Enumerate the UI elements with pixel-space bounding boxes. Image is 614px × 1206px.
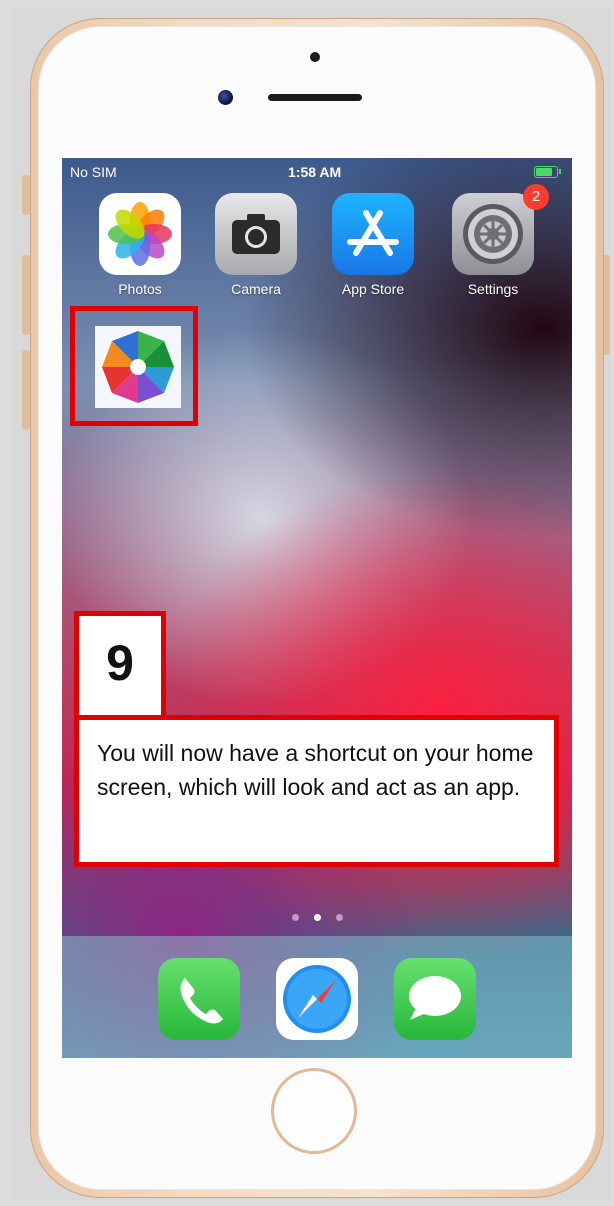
- step-number-box: 9: [74, 611, 166, 717]
- app-label-camera: Camera: [231, 281, 281, 297]
- messages-bubble-icon[interactable]: [394, 958, 476, 1040]
- earpiece-speaker: [268, 94, 362, 101]
- camera-icon: [215, 193, 297, 275]
- photos-icon: [99, 193, 181, 275]
- carrier-label: No SIM: [70, 164, 117, 180]
- app-app-store[interactable]: App Store: [331, 193, 415, 297]
- page-dot: [336, 914, 343, 921]
- app-label-settings: Settings: [467, 281, 519, 297]
- volume-up-button[interactable]: [22, 255, 30, 335]
- shortcut-photos-icon[interactable]: [95, 326, 181, 408]
- instruction-text: You will now have a shortcut on your hom…: [97, 740, 534, 800]
- status-bar: No SIM 1:58 AM: [62, 158, 572, 184]
- app-photos[interactable]: Photos: [98, 193, 182, 297]
- page-dot-active: [314, 914, 321, 921]
- front-camera-icon: [218, 90, 233, 105]
- app-camera[interactable]: Camera: [214, 193, 298, 297]
- settings-gear-icon: [452, 193, 534, 275]
- instruction-box: You will now have a shortcut on your hom…: [74, 715, 559, 867]
- app-label-photos: Photos: [118, 281, 162, 297]
- page-indicator: [290, 914, 350, 924]
- app-store-icon: [332, 193, 414, 275]
- dock: [62, 936, 572, 1058]
- proximity-sensor: [310, 52, 320, 62]
- clock-label: 1:58 AM: [288, 164, 342, 180]
- mute-switch[interactable]: [22, 175, 30, 215]
- safari-compass-icon[interactable]: [276, 958, 358, 1040]
- battery-charging-icon: [534, 166, 561, 178]
- home-button[interactable]: [271, 1068, 357, 1154]
- app-settings[interactable]: Settings: [451, 193, 535, 297]
- app-label-app-store: App Store: [341, 281, 405, 297]
- step-number: 9: [106, 635, 134, 691]
- notification-badge: 2: [523, 184, 549, 210]
- volume-down-button[interactable]: [22, 350, 30, 430]
- phone-icon[interactable]: [158, 958, 240, 1040]
- page-dot: [292, 914, 299, 921]
